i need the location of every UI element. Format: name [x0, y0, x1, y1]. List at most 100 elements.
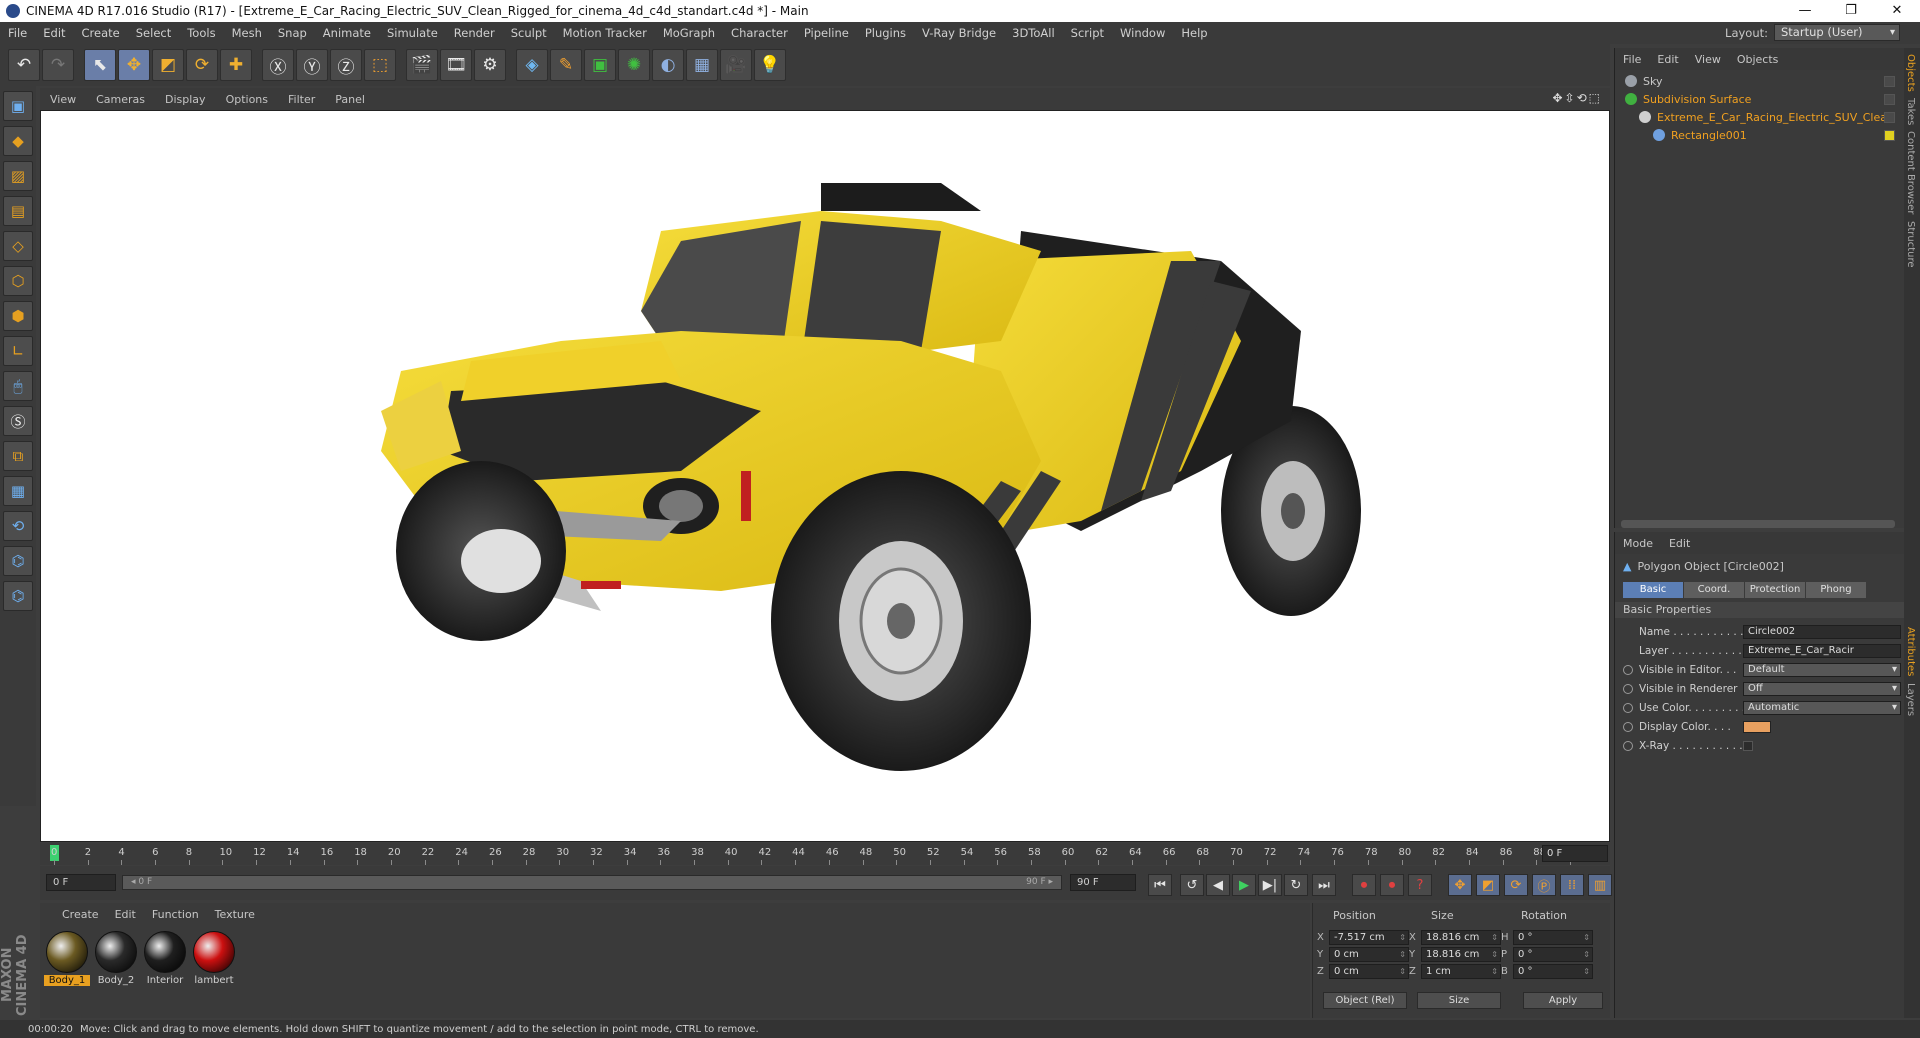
record-pla-icon[interactable]: ⁞⁞ — [1560, 874, 1584, 896]
next-keyframe-button[interactable]: ↻ — [1284, 874, 1308, 896]
end-frame-field[interactable]: 90 F — [1070, 874, 1136, 891]
right-tab-objects[interactable]: Objects — [1905, 54, 1916, 92]
cloner-icon[interactable]: ✺ — [618, 49, 650, 81]
visibility-toggle-icon[interactable] — [1884, 75, 1895, 87]
go-to-end-button[interactable]: ⏭ — [1312, 874, 1336, 896]
record-position-icon[interactable]: ✥ — [1448, 874, 1472, 896]
menu-pipeline[interactable]: Pipeline — [796, 26, 857, 40]
viewport-menu-options[interactable]: Options — [216, 93, 278, 106]
material-menu-function[interactable]: Function — [144, 908, 207, 921]
live-selection-icon[interactable]: ⬉ — [84, 49, 116, 81]
texture-mode-icon[interactable]: ▨ — [3, 161, 33, 191]
timeline-ruler[interactable]: 0 2 4 6 8 10 12 14 16 18 20 22 24 26 28 30 32 34 36 38 40 42 4… — [40, 843, 1610, 865]
menu-plugins[interactable]: Plugins — [857, 26, 914, 40]
material-menu-texture[interactable]: Texture — [207, 908, 263, 921]
camera-icon[interactable]: 🎥 — [720, 49, 752, 81]
menu-tools[interactable]: Tools — [179, 26, 223, 40]
subdivision-surface-icon[interactable]: ▣ — [584, 49, 616, 81]
menu-file[interactable]: File — [0, 26, 35, 40]
menu-select[interactable]: Select — [128, 26, 179, 40]
preview-range-slider[interactable]: ◂ 0 F 90 F ▸ — [122, 875, 1062, 890]
attribute-menu-mode[interactable]: Mode — [1615, 537, 1661, 550]
viewport-menu-view[interactable]: View — [40, 93, 86, 106]
attribute-value-field[interactable]: Automatic — [1743, 701, 1901, 715]
polygons-mode-icon[interactable]: ⬢ — [3, 301, 33, 331]
menu-v-ray-bridge[interactable]: V-Ray Bridge — [914, 26, 1004, 40]
size-field[interactable]: 18.816 cm — [1421, 930, 1501, 945]
tab-coord[interactable]: Coord. — [1684, 582, 1744, 598]
tweak-mode-icon[interactable]: 🖱 — [3, 371, 33, 401]
attribute-value-field[interactable]: Extreme_E_Car_Racir — [1743, 644, 1901, 658]
menu-render[interactable]: Render — [446, 26, 503, 40]
y-axis-lock-icon[interactable]: Ⓨ — [296, 49, 328, 81]
material-swatch-body-2[interactable]: Body_2 — [93, 931, 139, 986]
undo-icon[interactable]: ↶ — [8, 49, 40, 81]
deformer-icon[interactable]: ◐ — [652, 49, 684, 81]
autokeying-icon[interactable]: ⏺ — [1380, 874, 1404, 896]
material-menu-create[interactable]: Create — [54, 908, 107, 921]
x-axis-lock-icon[interactable]: Ⓧ — [262, 49, 294, 81]
rotation-field[interactable]: 0 ° — [1513, 947, 1593, 962]
planar-workplane-icon[interactable]: ⟲ — [3, 511, 33, 541]
rotation-field[interactable]: 0 ° — [1513, 964, 1593, 979]
tab-protection[interactable]: Protection — [1745, 582, 1805, 598]
snap-icon[interactable]: ⧉ — [3, 441, 33, 471]
cube-primitive-icon[interactable]: ◈ — [516, 49, 548, 81]
last-tool-icon[interactable]: ✚ — [220, 49, 252, 81]
floor-icon[interactable]: ▦ — [686, 49, 718, 81]
position-field[interactable]: -7.517 cm — [1329, 930, 1409, 945]
material-swatch-lambert[interactable]: lambert — [191, 931, 237, 986]
menu-animate[interactable]: Animate — [315, 26, 379, 40]
display-color-swatch[interactable] — [1743, 721, 1771, 733]
layout-select[interactable]: Startup (User) — [1774, 24, 1900, 41]
position-field[interactable]: 0 cm — [1329, 947, 1409, 962]
viewport-menu-filter[interactable]: Filter — [278, 93, 325, 106]
timeline-scheme-icon[interactable]: ▥ — [1588, 874, 1612, 896]
play-forward-button[interactable]: ▶ — [1232, 874, 1256, 896]
size-mode-select[interactable]: Size — [1417, 992, 1501, 1009]
tab-basic[interactable]: Basic — [1623, 582, 1683, 598]
object-row[interactable]: Rectangle001 — [1615, 126, 1903, 144]
object-menu-objects[interactable]: Objects — [1729, 53, 1787, 66]
apply-button[interactable]: Apply — [1523, 992, 1603, 1009]
object-row[interactable]: Sky — [1615, 72, 1903, 90]
xray-checkbox[interactable] — [1743, 741, 1753, 751]
menu-sculpt[interactable]: Sculpt — [503, 26, 555, 40]
menu-script[interactable]: Script — [1063, 26, 1112, 40]
record-active-objects-icon[interactable]: ⏺ — [1352, 874, 1376, 896]
menu-help[interactable]: Help — [1173, 26, 1215, 40]
animate-toggle-icon[interactable] — [1623, 722, 1633, 732]
visibility-toggle-icon[interactable] — [1884, 129, 1895, 141]
size-field[interactable]: 1 cm — [1421, 964, 1501, 979]
right-tab-layers[interactable]: Layers — [1905, 683, 1916, 716]
coordinate-system-icon[interactable]: ⬚ — [364, 49, 396, 81]
previous-keyframe-button[interactable]: ↺ — [1180, 874, 1204, 896]
right-tab-structure[interactable]: Structure — [1905, 221, 1916, 268]
menu-mograph[interactable]: MoGraph — [655, 26, 723, 40]
light-icon[interactable]: 💡 — [754, 49, 786, 81]
object-row[interactable]: Extreme_E_Car_Racing_Electric_SUV_Clean — [1615, 108, 1903, 126]
size-field[interactable]: 18.816 cm — [1421, 947, 1501, 962]
right-tab-takes[interactable]: Takes — [1905, 98, 1916, 125]
render-view-icon[interactable]: 🎬 — [406, 49, 438, 81]
python-script-icon[interactable]: ⌬ — [3, 546, 33, 576]
menu-snap[interactable]: Snap — [270, 26, 315, 40]
python-script-2-icon[interactable]: ⌬ — [3, 581, 33, 611]
viewport-menu-cameras[interactable]: Cameras — [86, 93, 155, 106]
record-rotation-icon[interactable]: ⟳ — [1504, 874, 1528, 896]
soloing-icon[interactable]: Ⓢ — [3, 406, 33, 436]
right-tab-content-browser[interactable]: Content Browser — [1905, 131, 1916, 214]
menu-3dtoall[interactable]: 3DToAll — [1004, 26, 1063, 40]
model-mode-icon[interactable]: ◆ — [3, 126, 33, 156]
animate-toggle-icon[interactable] — [1623, 741, 1633, 751]
animate-toggle-icon[interactable] — [1623, 684, 1633, 694]
render-picture-viewer-icon[interactable]: 🎞 — [440, 49, 472, 81]
edges-mode-icon[interactable]: ⬡ — [3, 266, 33, 296]
scale-tool-icon[interactable]: ◩ — [152, 49, 184, 81]
workplane-icon[interactable]: ▤ — [3, 196, 33, 226]
record-scale-icon[interactable]: ◩ — [1476, 874, 1500, 896]
viewport-menu-display[interactable]: Display — [155, 93, 216, 106]
record-parameter-icon[interactable]: Ⓟ — [1532, 874, 1556, 896]
minimize-button[interactable]: — — [1782, 0, 1828, 22]
object-row[interactable]: Subdivision Surface — [1615, 90, 1903, 108]
